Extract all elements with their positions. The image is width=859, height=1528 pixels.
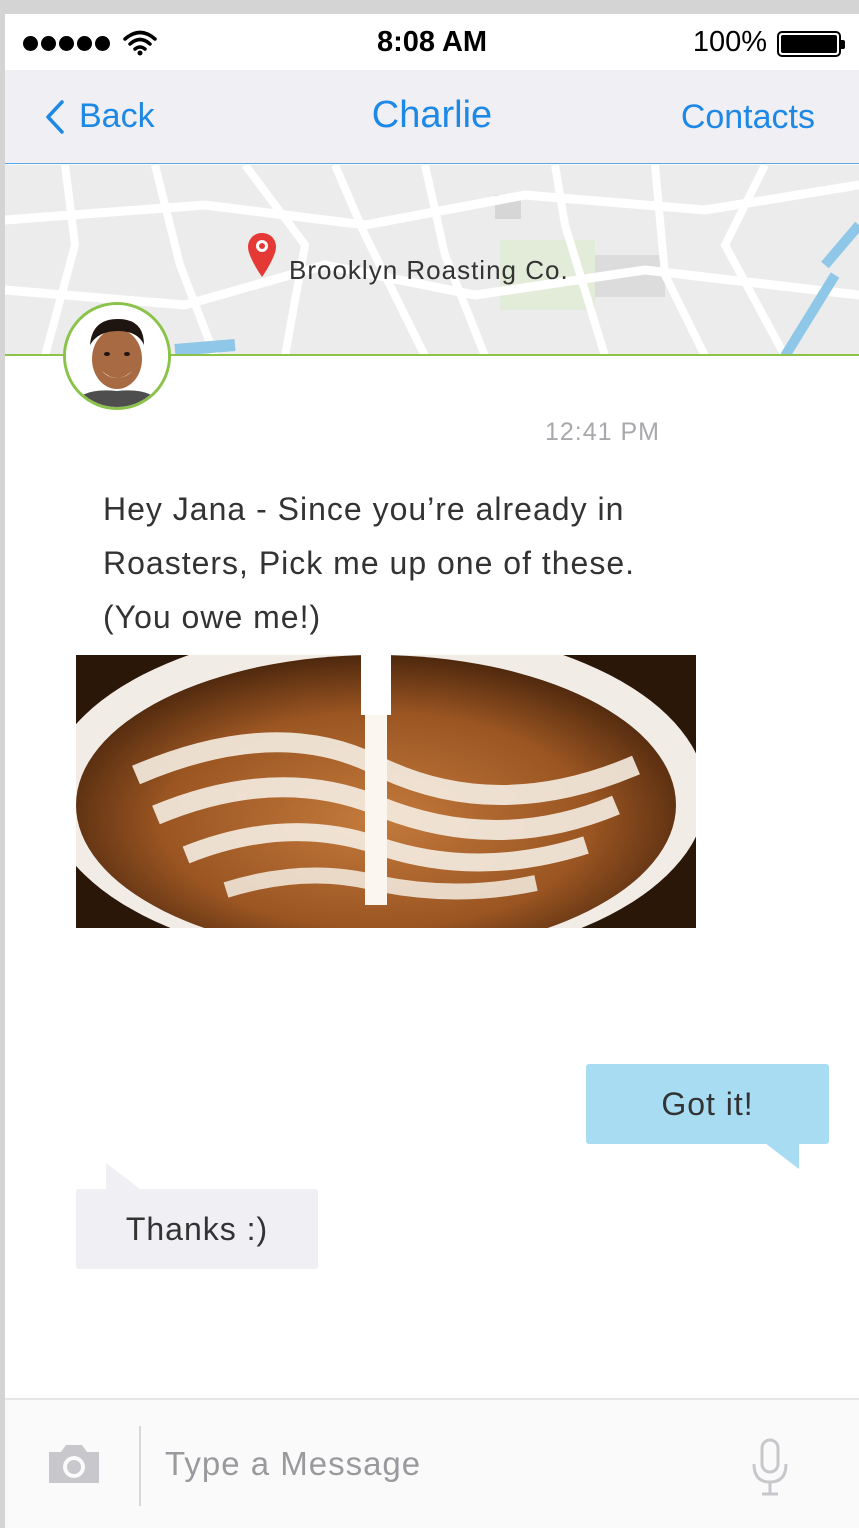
back-button[interactable]: Back (45, 97, 155, 136)
map-location-label: Brooklyn Roasting Co. (289, 255, 569, 285)
status-bar: 8:08 AM 100% (5, 14, 859, 70)
chevron-left-icon (46, 99, 64, 134)
incoming-bubble-tail (106, 1163, 140, 1189)
contact-photo (66, 305, 168, 407)
incoming-message-text: Hey Jana - Since you’re already in Roast… (103, 491, 636, 635)
camera-icon[interactable] (45, 1442, 103, 1486)
phone-screen: 8:08 AM 100% Back Charlie Contacts Brook… (5, 14, 859, 1528)
message-composer (5, 1398, 859, 1528)
outgoing-bubble-tail (765, 1143, 799, 1169)
composer-divider (139, 1426, 141, 1506)
navigation-bar: Back Charlie Contacts (5, 70, 859, 164)
battery-icon (777, 31, 845, 57)
conversation-title: Charlie (371, 94, 493, 136)
latte-art-image (76, 655, 696, 928)
microphone-icon[interactable] (751, 1438, 789, 1498)
contacts-button[interactable]: Contacts (681, 98, 815, 137)
message-timestamp: 12:41 PM (545, 418, 661, 446)
incoming-message-bubble[interactable]: Thanks :) (76, 1189, 318, 1269)
outgoing-message-bubble[interactable]: Got it! (586, 1064, 829, 1144)
location-pin-icon (248, 233, 276, 277)
battery-percentage: 100% (692, 26, 767, 58)
latte-photo[interactable] (76, 655, 696, 928)
back-label: Back (79, 97, 155, 135)
avatar[interactable] (63, 302, 171, 410)
message-input[interactable] (165, 1436, 725, 1492)
